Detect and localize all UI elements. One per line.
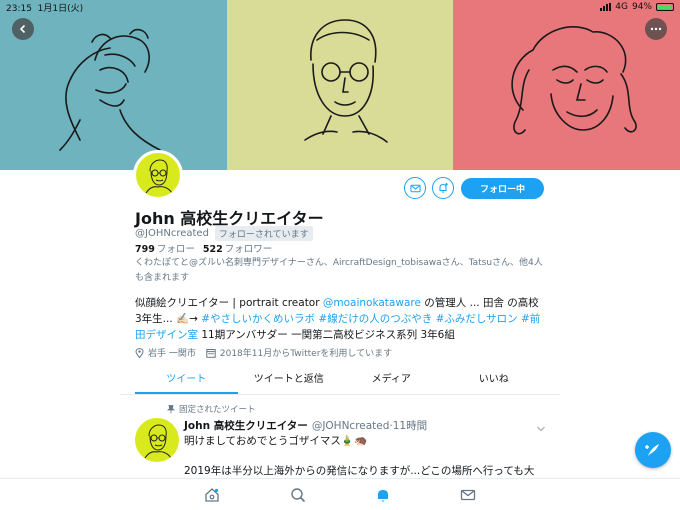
signal-icon xyxy=(600,3,612,11)
notifications-icon xyxy=(378,490,388,502)
pin-icon xyxy=(167,404,175,413)
pinned-label-row: 固定されたツイート xyxy=(167,403,256,415)
tweet-header: John 高校生クリエイター @JOHNcreated·11時間 xyxy=(184,418,427,433)
profile-header-banner[interactable] xyxy=(0,0,680,170)
hashtag-link-3[interactable]: #ふみだしサロン xyxy=(436,313,518,325)
follow-stats: 799 フォロー 522 フォロワー xyxy=(135,241,272,255)
following-stat[interactable]: 799 フォロー xyxy=(135,241,195,255)
tab-media[interactable]: メディア xyxy=(340,366,443,394)
pinned-label: 固定されたツイート xyxy=(179,405,256,415)
more-options-button[interactable] xyxy=(645,18,667,40)
profile-bio: 似顔絵クリエイター | portrait creator @moainokata… xyxy=(135,295,545,343)
profile-handle: @JOHNcreated xyxy=(135,228,209,239)
compose-icon xyxy=(645,444,659,456)
status-time-date: 23:15 1月1日(火) xyxy=(6,1,84,14)
battery-percent: 94% xyxy=(631,2,652,12)
bio-mention-link[interactable]: @moainokataware xyxy=(323,297,421,309)
tweet-text-line-1: 明けましておめでとうゴザイマス🎍🦔 xyxy=(184,435,368,447)
following-label: フォロー xyxy=(156,244,195,255)
location-text: 岩手 一関市 xyxy=(148,349,196,359)
joined-item: 2018年11月からTwitterを利用しています xyxy=(206,346,392,359)
tabs-divider xyxy=(120,394,560,395)
mail-icon xyxy=(409,184,421,192)
chevron-down-icon xyxy=(537,426,545,432)
handle-row: @JOHNcreated フォローされています xyxy=(135,226,313,241)
calendar-icon xyxy=(206,348,216,358)
battery-icon xyxy=(656,3,674,11)
home-icon xyxy=(205,488,219,502)
hashtag-link-1[interactable]: #やさしいかくめいラボ xyxy=(201,313,315,325)
status-bar: 23:15 1月1日(火) 4G 94% xyxy=(0,0,680,14)
tweet-author-name[interactable]: John 高校生クリエイター xyxy=(184,418,308,433)
avatar-illustration xyxy=(145,159,173,194)
location-icon xyxy=(135,347,144,358)
network-label: 4G xyxy=(615,2,628,12)
bio-text-3: 11期アンバサダー 一関第二高校ビジネス系列 3年6組 xyxy=(198,329,455,341)
followers-stat[interactable]: 522 フォロワー xyxy=(203,241,272,255)
joined-text: 2018年11月からTwitterを利用しています xyxy=(219,349,393,359)
nav-messages[interactable] xyxy=(459,486,477,504)
banner-panel-middle xyxy=(226,0,454,170)
more-icon xyxy=(650,27,662,31)
tweet-avatar-illustration xyxy=(144,424,172,459)
portrait-middle-illustration xyxy=(303,19,388,143)
status-time: 23:15 xyxy=(6,4,32,14)
followers-count: 522 xyxy=(202,244,223,255)
follows-you-badge: フォローされています xyxy=(214,226,313,241)
nav-home[interactable] xyxy=(203,486,221,504)
search-icon xyxy=(291,488,306,503)
bell-plus-icon xyxy=(439,183,448,193)
compose-tweet-button[interactable] xyxy=(635,432,671,468)
following-button[interactable]: フォロー中 xyxy=(461,178,544,199)
message-button[interactable] xyxy=(404,177,426,199)
hashtag-link-2[interactable]: #線だけの人のつぶやき xyxy=(318,313,432,325)
tweet-text-line-2: 2019年は半分以上海外からの発信になりますが...どこの場所へ行っても大 xyxy=(184,465,535,477)
bio-text-1: 似顔絵クリエイター | portrait creator xyxy=(135,297,323,309)
following-count: 799 xyxy=(135,244,155,255)
profile-meta: 岩手 一関市 2018年11月からTwitterを利用しています xyxy=(135,346,392,359)
messages-icon xyxy=(460,489,476,501)
nav-notifications[interactable] xyxy=(374,486,392,504)
followers-you-know[interactable]: くわたぽてと@ズルい名刺専門デザイナーさん、AircraftDesign_tob… xyxy=(135,256,545,286)
portrait-left-illustration xyxy=(59,28,161,151)
profile-tabs: ツイート ツイートと返信 メディア いいね xyxy=(135,366,545,394)
nav-search[interactable] xyxy=(289,486,307,504)
bottom-navigation xyxy=(0,478,680,510)
banner-panel-left xyxy=(0,0,227,170)
status-date: 1月1日(火) xyxy=(37,4,84,14)
back-button[interactable] xyxy=(12,18,34,40)
tweet-menu-button[interactable] xyxy=(536,418,546,437)
tab-tweets-and-replies[interactable]: ツイートと返信 xyxy=(238,366,341,394)
profile-avatar[interactable] xyxy=(133,150,183,200)
tab-tweets[interactable]: ツイート xyxy=(135,366,238,394)
tab-likes[interactable]: いいね xyxy=(443,366,546,394)
location-item: 岩手 一関市 xyxy=(135,346,196,359)
status-right: 4G 94% xyxy=(600,1,674,13)
back-icon xyxy=(19,24,26,34)
tweet-handle-time: @JOHNcreated·11時間 xyxy=(311,420,428,432)
notifications-toggle-button[interactable] xyxy=(432,177,454,199)
followers-label: フォロワー xyxy=(224,244,273,255)
tweet-author-avatar[interactable] xyxy=(135,418,179,462)
